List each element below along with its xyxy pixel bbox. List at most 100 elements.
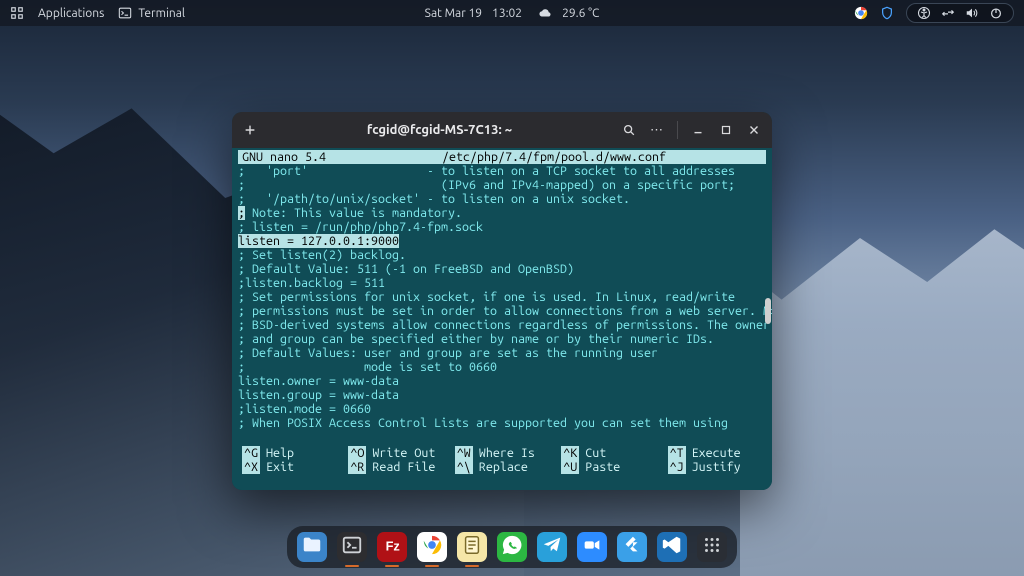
shortcut-label: Paste [585, 460, 620, 474]
shortcut-label: Write Out [372, 446, 435, 460]
apps-menu-icon[interactable] [10, 6, 24, 20]
nano-line: ; 'port' - to listen on a TCP socket to … [238, 164, 766, 178]
terminal-window: fcgid@fcgid-MS-7C13: ~ ⋯ GNU nano 5.4 /e… [232, 112, 772, 490]
nano-line: ;listen.mode = 0660 [238, 402, 766, 416]
shortcut-key: ^W [455, 446, 473, 460]
nano-shortcut: ^RRead File [348, 460, 442, 474]
nano-header: GNU nano 5.4 /etc/php/7.4/fpm/pool.d/www… [238, 150, 766, 164]
dock-app-flutter[interactable] [617, 532, 647, 562]
nano-shortcut: ^UPaste [561, 460, 655, 474]
svg-text:Fz: Fz [386, 539, 400, 554]
dock-app-apps[interactable] [697, 532, 727, 562]
nano-shortcut: ^T Execute [668, 446, 762, 460]
shortcut-label: Where Is [479, 446, 535, 460]
active-window-label: Terminal [138, 7, 185, 20]
nano-line: ; (IPv6 and IPv4-mapped) on a specific p… [238, 178, 766, 192]
close-button[interactable] [744, 120, 764, 140]
dock-app-chrome[interactable] [417, 532, 447, 562]
applications-label: Applications [38, 7, 104, 20]
grid-icon [701, 534, 723, 560]
system-status-pill[interactable] [906, 3, 1014, 23]
nano-filepath: /etc/php/7.4/fpm/pool.d/www.conf [422, 150, 762, 164]
chrome-tray-icon[interactable] [854, 6, 868, 20]
nano-shortcut: ^\ Replace [455, 460, 549, 474]
shortcut-key: ^J [668, 460, 686, 474]
shortcut-label: Replace [479, 460, 528, 474]
shortcut-key: ^G [242, 446, 260, 460]
nano-shortcut: ^X Exit [242, 460, 336, 474]
shortcut-label: Justify [692, 460, 741, 474]
notes-icon [461, 534, 483, 560]
nano-version: GNU nano 5.4 [242, 150, 422, 164]
shortcut-label: Help [266, 446, 294, 460]
shortcut-key: ^K [561, 446, 579, 460]
terminal-scrollbar[interactable] [765, 298, 771, 324]
shortcut-label: Execute [692, 446, 741, 460]
new-tab-button[interactable] [240, 120, 260, 140]
nano-line: ;listen.backlog = 511 [238, 276, 766, 290]
applications-menu[interactable]: Applications [38, 7, 104, 20]
nano-line: ; BSD-derived systems allow connections … [238, 318, 766, 332]
network-dual-arrow-icon [941, 6, 955, 20]
nano-shortcut: ^J Justify [668, 460, 762, 474]
weather-temp: 29.6 °C [562, 7, 599, 20]
nano-line: listen.group = www-data [238, 388, 766, 402]
dock-app-notes[interactable] [457, 532, 487, 562]
shield-icon[interactable] [880, 6, 894, 20]
nano-line: ; When POSIX Access Control Lists are su… [238, 416, 766, 430]
volume-icon [965, 6, 979, 20]
dock-app-terminal[interactable] [337, 532, 367, 562]
cloud-icon [538, 6, 552, 20]
nano-line: ; Default Values: user and group are set… [238, 346, 766, 360]
search-button[interactable] [619, 120, 639, 140]
shortcut-label: Read File [372, 460, 435, 474]
nano-shortcut: ^K Cut [561, 446, 655, 460]
dock-app-filezilla[interactable]: Fz [377, 532, 407, 562]
window-titlebar[interactable]: fcgid@fcgid-MS-7C13: ~ ⋯ [232, 112, 772, 148]
dock-app-files[interactable] [297, 532, 327, 562]
dock-app-vscode[interactable] [657, 532, 687, 562]
terminal-icon [341, 534, 363, 560]
top-panel: Applications Terminal Sat Mar 19 13:02 2… [0, 0, 1024, 26]
shortcut-label: Cut [585, 446, 606, 460]
menu-button[interactable]: ⋯ [647, 120, 667, 140]
nano-shortcut: ^G Help [242, 446, 336, 460]
folder-icon [301, 534, 323, 560]
nano-line: listen.owner = www-data [238, 374, 766, 388]
maximize-button[interactable] [716, 120, 736, 140]
shortcut-key: ^O [348, 446, 366, 460]
nano-shortcuts: ^G Help ^O Write Out ^W Where Is ^K Cut ^T Execut… [238, 444, 766, 478]
shortcut-key: ^X [242, 460, 260, 474]
whatsapp-icon [501, 534, 523, 560]
nano-line: ; '/path/to/unix/socket' - to listen on … [238, 192, 766, 206]
terminal-icon [118, 6, 132, 20]
minimize-button[interactable] [688, 120, 708, 140]
nano-line: listen = 127.0.0.1:9000 [238, 234, 766, 248]
terminal-body[interactable]: GNU nano 5.4 /etc/php/7.4/fpm/pool.d/www… [232, 148, 772, 490]
dock: Fz [287, 526, 737, 568]
nano-line: ; Set permissions for unix socket, if on… [238, 290, 766, 304]
nano-shortcut: ^O Write Out [348, 446, 442, 460]
filezilla-icon: Fz [381, 534, 403, 560]
active-window-indicator[interactable]: Terminal [118, 6, 185, 20]
nano-content: ; 'port' - to listen on a TCP socket to … [238, 164, 766, 444]
nano-line: ; Set listen(2) backlog. [238, 248, 766, 262]
power-icon [989, 6, 1003, 20]
shortcut-label: Exit [266, 460, 294, 474]
nano-line: ; Default Value: 511 (-1 on FreeBSD and … [238, 262, 766, 276]
flutter-icon [621, 534, 643, 560]
nano-shortcut: ^W Where Is [455, 446, 549, 460]
nano-line: ; listen = /run/php/php7.4-fpm.sock [238, 220, 766, 234]
dock-app-telegram[interactable] [537, 532, 567, 562]
nano-line: ; Note: This value is mandatory. [238, 206, 766, 220]
dock-app-whatsapp[interactable] [497, 532, 527, 562]
dock-app-zoom[interactable] [577, 532, 607, 562]
shortcut-key: ^\ [455, 460, 473, 474]
vscode-icon [661, 534, 683, 560]
window-title: fcgid@fcgid-MS-7C13: ~ [268, 123, 611, 137]
shortcut-key: ^T [668, 446, 686, 460]
clock-area[interactable]: Sat Mar 19 13:02 29.6 °C [425, 6, 600, 20]
accessibility-icon [917, 6, 931, 20]
zoom-icon [581, 534, 603, 560]
nano-line: ; permissions must be set in order to al… [238, 304, 766, 318]
